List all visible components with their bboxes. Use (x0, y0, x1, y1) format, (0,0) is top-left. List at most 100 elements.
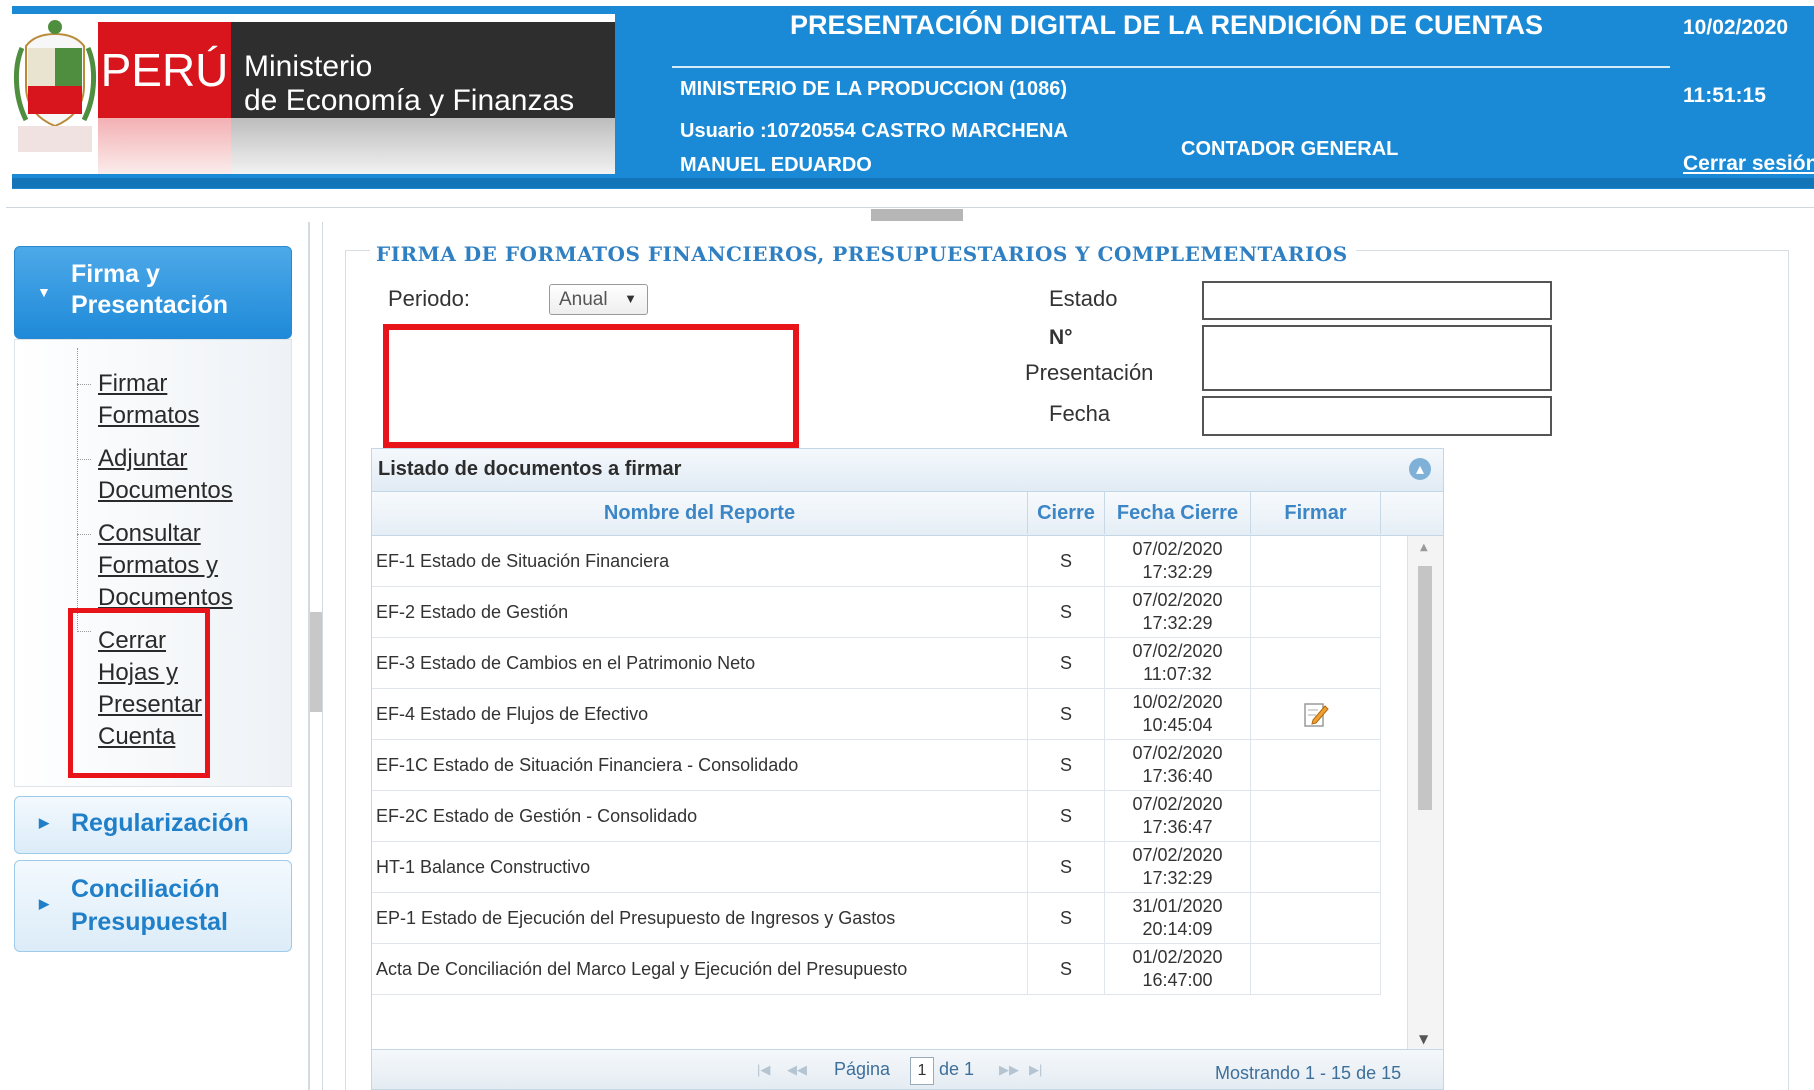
cell-fecha: 07/02/2020 (1132, 539, 1223, 559)
last-page-icon[interactable]: ▶| (1029, 1062, 1042, 1078)
cell-hora: 10:45:04 (1142, 715, 1213, 735)
column-header-cierre[interactable]: Cierre (1028, 492, 1105, 534)
cell-cierre: S (1028, 587, 1105, 637)
column-header-firmar[interactable]: Firmar (1251, 492, 1381, 534)
table-row[interactable]: EF-3 Estado de Cambios en el Patrimonio … (372, 638, 1381, 689)
sidebar-item-label: Documentos (98, 477, 233, 504)
cell-hora: 17:32:29 (1142, 562, 1213, 582)
periodo-label: Periodo: (388, 286, 470, 311)
scroll-up-arrow-icon[interactable]: ▲ (1420, 542, 1428, 553)
table-row[interactable]: EF-2C Estado de Gestión - Consolidado S 07… (372, 791, 1381, 842)
scrollbar-thumb[interactable] (1418, 566, 1432, 810)
cell-nombre: EP-1 Estado de Ejecución del Presupuesto… (372, 893, 1028, 943)
edit-sign-icon[interactable] (1303, 700, 1329, 728)
logout-link[interactable]: Cerrar sesión (1683, 152, 1814, 176)
sidebar: ▼ Firma y Presentación Firmar Formatos A… (6, 222, 311, 1090)
sidebar-section-label-line1: Conciliación (71, 875, 220, 903)
cell-firmar (1251, 740, 1381, 790)
ministry-brand-line2: de Economía y Finanzas (244, 84, 575, 117)
fecha-field[interactable] (1202, 396, 1552, 436)
sidebar-item-adjuntar-documentos[interactable]: Adjuntar Documentos (98, 443, 233, 507)
sidebar-item-label: Formatos y (98, 552, 219, 579)
tree-connector-tick (77, 534, 91, 535)
tree-connector (77, 348, 78, 632)
grid-scrollbar[interactable]: ▲ ▼ (1407, 536, 1443, 1049)
periodo-select[interactable]: Anual ▼ (549, 284, 648, 315)
user-role: CONTADOR GENERAL (1181, 138, 1399, 160)
header-date: 10/02/2020 (1683, 16, 1789, 39)
table-row[interactable]: Acta De Conciliación del Marco Legal y E… (372, 944, 1381, 995)
page-number-input[interactable]: 1 (910, 1057, 934, 1085)
user-name-line1: Usuario :10720554 CASTRO MARCHENA (680, 120, 1068, 142)
highlight-box (68, 608, 210, 778)
entity-name: MINISTERIO DE LA PRODUCCION (1086) (680, 78, 1068, 100)
next-page-icon[interactable]: ▶▶ (999, 1062, 1019, 1078)
cell-fecha: 10/02/2020 (1132, 692, 1223, 712)
sidebar-item-consultar-formatos[interactable]: Consultar Formatos y Documentos (98, 518, 233, 614)
cell-fecha: 07/02/2020 (1132, 641, 1223, 661)
highlight-box (383, 324, 799, 448)
nro-presentacion-field[interactable] (1202, 325, 1552, 391)
column-header-fecha-cierre[interactable]: Fecha Cierre (1105, 492, 1251, 534)
header-time: 11:51:15 (1683, 84, 1766, 107)
cell-firmar (1251, 791, 1381, 841)
cell-hora: 16:47:00 (1142, 970, 1213, 990)
table-row[interactable]: EF-2 Estado de Gestión S 07/02/2020 17:32:2… (372, 587, 1381, 638)
cell-cierre: S (1028, 791, 1105, 841)
presentacion-label: Presentación (1025, 360, 1154, 385)
peru-coat-of-arms-icon (13, 20, 97, 152)
cell-cierre: S (1028, 944, 1105, 994)
cell-fecha: 01/02/2020 (1132, 947, 1223, 967)
cell-fecha: 07/02/2020 (1132, 794, 1223, 814)
page-title: FIRMA DE FORMATOS FINANCIEROS, PRESUPUES… (370, 242, 1356, 266)
cell-cierre: S (1028, 893, 1105, 943)
grid-caption: Listado de documentos a firmar (378, 458, 682, 480)
cell-fecha-cierre: 07/02/2020 17:32:29 (1105, 842, 1251, 892)
column-header-nombre[interactable]: Nombre del Reporte (372, 492, 1028, 534)
table-row[interactable]: EP-1 Estado de Ejecución del Presupuesto… (372, 893, 1381, 944)
cell-cierre: S (1028, 740, 1105, 790)
sidebar-item-firmar-formatos[interactable]: Firmar Formatos (98, 368, 199, 432)
sidebar-section-conciliacion[interactable]: ▶ Conciliación Presupuestal (14, 860, 292, 952)
grid-pager: |◀ ◀◀ Página 1 de 1 ▶▶ ▶| Mostrando 1 - … (372, 1049, 1443, 1089)
nro-label: N° (1049, 326, 1073, 349)
cell-nombre: EF-3 Estado de Cambios en el Patrimonio … (372, 638, 1028, 688)
header-collapse-handle[interactable] (871, 209, 963, 221)
cell-firmar (1251, 842, 1381, 892)
cell-nombre: EF-1C Estado de Situación Financiera - C… (372, 740, 1028, 790)
prev-page-icon[interactable]: ◀◀ (787, 1062, 807, 1078)
tree-connector-tick (77, 459, 91, 460)
sidebar-section-firma-presentacion[interactable]: ▼ Firma y Presentación (14, 246, 292, 339)
table-row[interactable]: EF-1C Estado de Situación Financiera - C… (372, 740, 1381, 791)
collapse-circle-icon[interactable]: ▴ (1409, 458, 1431, 480)
ministry-brand-block: Ministerio de Economía y Finanzas (231, 22, 615, 118)
sidebar-section-label: Firma y Presentación (71, 259, 228, 321)
cell-firmar (1251, 893, 1381, 943)
cell-hora: 11:07:32 (1143, 664, 1212, 684)
sidebar-item-label: Consultar (98, 520, 201, 547)
cell-hora: 17:32:29 (1142, 613, 1213, 633)
cell-fecha: 07/02/2020 (1132, 743, 1223, 763)
first-page-icon[interactable]: |◀ (757, 1062, 770, 1078)
table-row[interactable]: HT-1 Balance Constructivo S 07/02/2020 17:3… (372, 842, 1381, 893)
sidebar-item-label: Adjuntar (98, 445, 188, 472)
sidebar-section-regularizacion[interactable]: ▶ Regularización (14, 796, 292, 854)
estado-field[interactable] (1202, 281, 1552, 320)
page-label: Página (834, 1059, 891, 1079)
records-summary: Mostrando 1 - 15 de 15 (1215, 1063, 1402, 1083)
title-underline (672, 66, 1670, 68)
cell-cierre: S (1028, 638, 1105, 688)
ministry-brand-reflection (231, 118, 615, 174)
table-row[interactable]: EF-4 Estado de Flujos de Efectivo S 10/02/… (372, 689, 1381, 740)
sidebar-section-label: Conciliación Presupuestal (71, 873, 228, 939)
sidebar-scrollbar[interactable] (310, 612, 322, 712)
grid-header-row: Nombre del Reporte Cierre Fecha Cierre F… (372, 492, 1443, 536)
cell-hora: 20:14:09 (1142, 919, 1213, 939)
cell-nombre: Acta De Conciliación del Marco Legal y E… (372, 944, 1028, 994)
peru-brand-reflection (98, 118, 231, 174)
cell-cierre: S (1028, 536, 1105, 586)
scroll-down-arrow-icon[interactable]: ▼ (1419, 1032, 1428, 1046)
table-row[interactable]: EF-1 Estado de Situación Financiera S 07/0… (372, 536, 1381, 587)
cell-firmar (1251, 689, 1381, 739)
page-total-label: de 1 (939, 1059, 975, 1079)
